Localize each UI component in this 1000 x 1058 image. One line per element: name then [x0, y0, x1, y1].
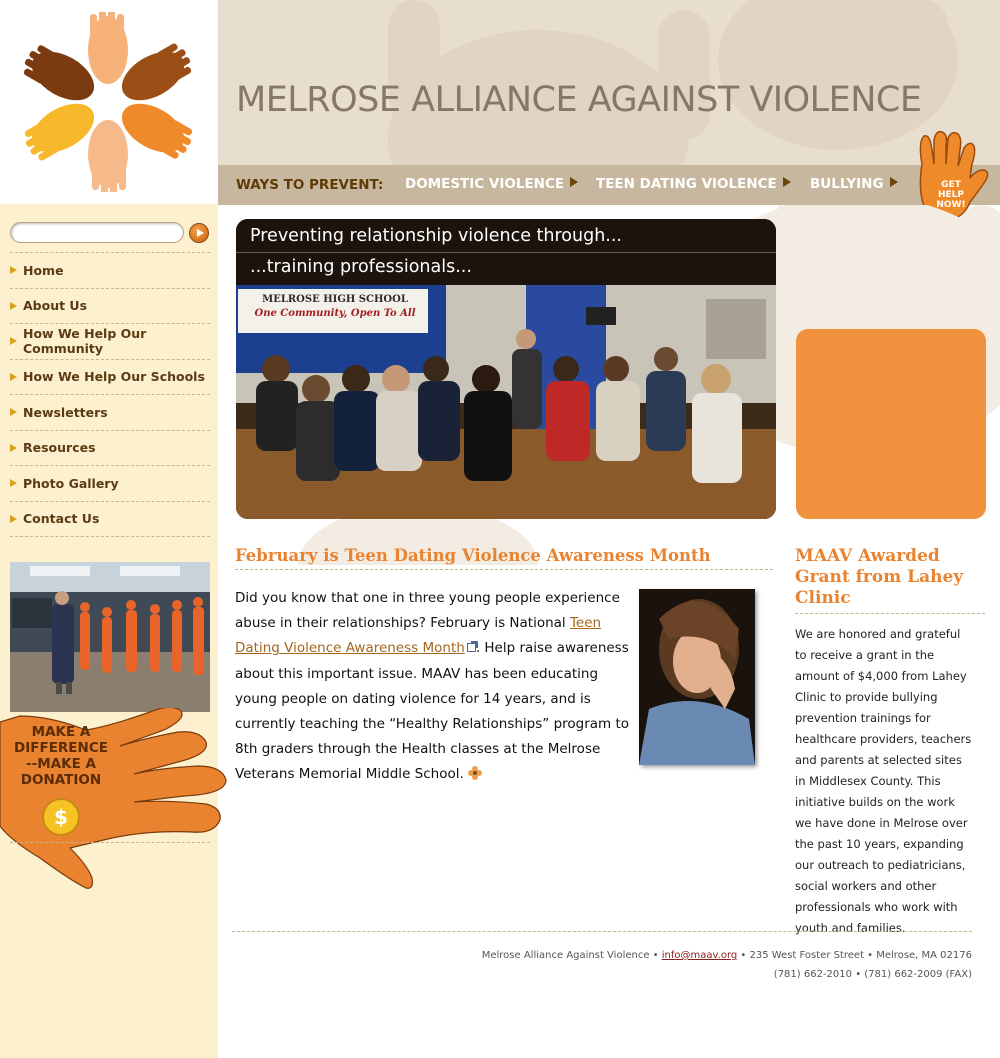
nav-label: Newsletters: [23, 404, 108, 420]
arrow-right-icon: [10, 479, 17, 488]
external-link-icon: [466, 641, 478, 653]
nav-label: How We Help Our Community: [23, 326, 147, 357]
footer-phones: (781) 662-2010 • (781) 662-2009 (FAX): [773, 969, 972, 980]
arrow-right-icon: [10, 443, 17, 452]
flower-icon: [467, 766, 482, 781]
article-text: Did you know that one in three young peo…: [235, 590, 620, 632]
nav-label: How We Help Our Schools: [23, 369, 205, 385]
donate-text: MAKE A DIFFERENCE --MAKE A DONATION: [8, 724, 114, 788]
nav-item-schools[interactable]: How We Help Our Schools: [10, 360, 210, 395]
donate-line: MAKE A: [31, 724, 91, 740]
nav-label: Resources: [23, 440, 96, 456]
hero-banner[interactable]: Preventing relationship violence through…: [236, 219, 776, 519]
footer-org: Melrose Alliance Against Violence •: [481, 950, 662, 961]
dollar-coin-icon: $: [42, 798, 80, 836]
search-input[interactable]: [10, 222, 184, 243]
link-bullying[interactable]: BULLYING: [810, 176, 898, 192]
nav-item-contact-us[interactable]: Contact Us: [10, 502, 210, 537]
nav-item-resources[interactable]: Resources: [10, 431, 210, 466]
ways-to-prevent-label: WAYS TO PREVENT:: [236, 177, 384, 193]
arrow-right-icon: [10, 408, 17, 417]
arrow-right-icon: [10, 514, 17, 523]
arrow-right-icon: [10, 337, 17, 346]
help-line: GET: [941, 180, 961, 190]
banner-text: MELROSE HIGH SCHOOL One Community, Open …: [242, 293, 428, 321]
hero-caption-line1: Preventing relationship violence through…: [250, 226, 622, 246]
nav-item-home[interactable]: Home: [10, 253, 210, 289]
nav-label: Home: [23, 262, 64, 278]
divider: [10, 842, 210, 843]
arrow-right-icon: [782, 177, 791, 187]
donate-line: --MAKE A: [26, 756, 96, 772]
link-teen-dating-violence[interactable]: TEEN DATING VIOLENCE: [596, 176, 791, 192]
banner-line: MELROSE HIGH SCHOOL: [262, 294, 408, 305]
donate-hand-button[interactable]: MAKE A DIFFERENCE --MAKE A DONATION $: [0, 706, 232, 892]
prevent-navbar: WAYS TO PREVENT: DOMESTIC VIOLENCE TEEN …: [218, 165, 1000, 205]
nav-item-community[interactable]: How We Help Our Community: [10, 324, 210, 360]
article-title: February is Teen Dating Violence Awarene…: [235, 546, 773, 570]
site-header: MELROSE ALLIANCE AGAINST VIOLENCE: [218, 0, 1000, 165]
news-title: MAAV Awarded Grant from Lahey Clinic: [795, 546, 985, 614]
link-label: DOMESTIC VIOLENCE: [405, 176, 565, 192]
orange-feature-box: [796, 329, 986, 519]
search-go-button[interactable]: [189, 223, 209, 243]
nav-item-photo-gallery[interactable]: Photo Gallery: [10, 466, 210, 502]
link-label: BULLYING: [810, 176, 884, 192]
logo-area[interactable]: [0, 0, 218, 204]
link-domestic-violence[interactable]: DOMESTIC VIOLENCE: [405, 176, 579, 192]
footer-address: Melrose Alliance Against Violence • info…: [482, 950, 972, 961]
main-nav: Home About Us How We Help Our Community …: [10, 252, 210, 537]
school-silhouettes-photo[interactable]: [10, 562, 210, 712]
donate-line: DIFFERENCE: [14, 740, 108, 756]
article-body: Did you know that one in three young peo…: [235, 586, 635, 788]
svg-text:$: $: [54, 805, 68, 829]
nav-label: About Us: [23, 298, 88, 314]
link-label: TEEN DATING VIOLENCE: [596, 176, 777, 192]
nav-label: Photo Gallery: [23, 475, 119, 491]
arrow-right-icon: [10, 372, 17, 381]
hero-caption-divider: [236, 252, 776, 253]
help-line: HELP: [937, 190, 964, 200]
search-bar: [10, 222, 212, 244]
article-text: . Help raise awareness about this import…: [235, 640, 630, 783]
site-title: MELROSE ALLIANCE AGAINST VIOLENCE: [236, 80, 922, 120]
nav-label: Contact Us: [23, 511, 100, 527]
hero-caption-line2: ...training professionals...: [250, 257, 472, 277]
email-link[interactable]: info@maav.org: [662, 950, 737, 961]
nav-item-newsletters[interactable]: Newsletters: [10, 395, 210, 431]
nav-item-about-us[interactable]: About Us: [10, 289, 210, 324]
teen-girl-photo: [639, 589, 755, 765]
arrow-right-icon: [10, 301, 17, 310]
arrow-right-icon: [10, 266, 17, 275]
hands-circle-logo-icon[interactable]: [18, 12, 198, 192]
arrow-right-icon: [889, 177, 898, 187]
footer-street: • 235 West Foster Street • Melrose, MA 0…: [737, 950, 972, 961]
arrow-right-icon: [570, 177, 579, 187]
donate-line: DONATION: [20, 772, 102, 788]
footer-divider: [232, 931, 972, 932]
news-body: We are honored and grateful to receive a…: [795, 627, 972, 935]
banner-line: One Community, Open To All: [254, 308, 416, 319]
